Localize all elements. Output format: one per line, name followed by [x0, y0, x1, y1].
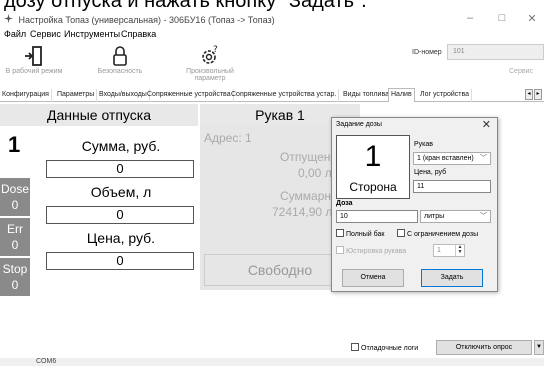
dose-badge: Dose 0 [0, 178, 30, 216]
window-title: Настройка Топаз (универсальная) - 306БУ1… [18, 15, 275, 25]
hose-setup-spinner[interactable]: 1 ▲ ▼ [433, 244, 465, 257]
tab-filling[interactable]: Налив [388, 88, 415, 102]
hose-total-value: 72414,90 л [272, 205, 333, 219]
stop-badge-value: 0 [11, 278, 19, 292]
checkbox-box [336, 229, 344, 237]
dialog-price-input[interactable]: 11 [413, 180, 491, 193]
gear-question-icon: ? [202, 45, 218, 64]
port-status: COM6 [36, 358, 57, 365]
price-value: 0 [46, 252, 194, 270]
tab-paired-devices-legacy[interactable]: Сопряженные устройства устар. [229, 89, 340, 102]
side-number: 1 [8, 132, 21, 157]
dialog-title: Задание дозы [336, 121, 382, 128]
err-badge-value: 0 [11, 238, 19, 252]
dispense-panel: Данные отпуска 1 Dose 0 Err 0 Stop 0 Сум… [0, 104, 198, 296]
lock-icon [113, 46, 127, 66]
chevron-down-icon: ﹀ [480, 213, 487, 220]
hose-setup-label: Юстировка рукава [346, 248, 407, 255]
full-tank-checkbox[interactable]: Полный бак [336, 229, 384, 238]
chevron-down-icon[interactable]: ▼ [534, 340, 544, 355]
err-badge: Err 0 [0, 218, 30, 256]
menu-help[interactable]: Справка [121, 29, 156, 39]
hose-dispensed-value: 0,00 л [298, 166, 332, 180]
tab-device-log[interactable]: Лог устройства [418, 89, 473, 102]
sum-label: Сумма, руб. [81, 138, 161, 154]
tab-fuel-types[interactable]: Виды топлива [341, 89, 392, 102]
stop-badge: Stop 0 [0, 258, 30, 296]
svg-text:?: ? [213, 45, 218, 55]
menu-file[interactable]: Файл [4, 29, 26, 39]
hose-setup-checkbox[interactable]: Юстировка рукава [336, 246, 406, 255]
tab-io[interactable]: Входы/выходы [97, 89, 150, 102]
menu-bar: Файл Сервис Инструменты Справка [0, 28, 544, 42]
dialog-unit-select[interactable]: литры ﹀ [420, 210, 491, 223]
tab-paired-devices[interactable]: Сопряженные устройства [145, 89, 234, 102]
dialog-hose-value: 1 (кран вставлен) [417, 155, 474, 162]
security-button[interactable]: Безопасность [90, 44, 150, 84]
tab-configuration[interactable]: Конфигурация [0, 89, 52, 102]
status-bar: COM6 [0, 358, 544, 366]
custom-param-button[interactable]: ? Произвольный параметр [170, 44, 250, 84]
cancel-button[interactable]: Отмена [342, 269, 404, 287]
security-label: Безопасность [97, 68, 143, 75]
tab-parameters[interactable]: Параметры [55, 89, 98, 102]
debug-logs-checkbox[interactable]: Отладочные логи [351, 343, 418, 352]
dialog-hose-select[interactable]: 1 (кран вставлен) ﹀ [413, 152, 491, 165]
custom-param-label: Произвольный параметр [186, 68, 234, 82]
bottom-bar: Отладочные логи Отключить опрос ▼ [0, 340, 544, 356]
tab-scroll-left-icon[interactable]: ◂ [525, 89, 533, 100]
hose-setup-value: 1 [437, 247, 441, 254]
chevron-down-icon: ﹀ [480, 155, 487, 162]
tab-strip: Конфигурация Параметры Входы/выходы Сопр… [0, 88, 544, 102]
dose-badge-value: 0 [11, 198, 19, 212]
menu-service[interactable]: Сервис [30, 29, 61, 39]
exit-door-icon [25, 46, 42, 66]
window-title-wrap: Настройка Топаз (универсальная) - 306БУ1… [4, 14, 275, 25]
work-mode-button[interactable]: В рабочий режим [4, 44, 64, 84]
volume-label: Объем, л [90, 184, 152, 200]
id-number-field[interactable]: 101 [447, 44, 544, 60]
checkbox-box [351, 343, 359, 351]
dispense-header: Данные отпуска [0, 104, 198, 126]
spinner-arrows-icon[interactable]: ▲ ▼ [455, 245, 464, 256]
disable-poll-button[interactable]: Отключить опрос [436, 340, 532, 355]
submit-dose-button[interactable]: Задать [421, 269, 483, 287]
work-mode-label: В рабочий режим [5, 68, 63, 75]
window-titlebar: Настройка Топаз (универсальная) - 306БУ1… [0, 12, 544, 28]
err-badge-label: Err [7, 222, 23, 236]
dose-limit-label: С ограничением дозы [407, 231, 479, 238]
toolbar: В рабочий режим Безопасность ? Произволь… [0, 44, 544, 86]
dialog-side-number: 1 [364, 140, 382, 173]
sum-value: 0 [46, 160, 194, 178]
dose-badge-label: Dose [0, 182, 29, 196]
dialog-dose-input[interactable]: 10 [336, 210, 418, 223]
instruction-caption: дозу отпуска и нажать кнопку "Задать". [4, 0, 367, 12]
menu-tools[interactable]: Инструменты [64, 29, 120, 39]
volume-value: 0 [46, 206, 194, 224]
app-icon [4, 14, 13, 23]
service-label: Сервис [509, 68, 533, 75]
stop-badge-label: Stop [2, 262, 28, 276]
minimize-button[interactable]: – [452, 12, 488, 24]
price-label: Цена, руб. [86, 230, 156, 246]
dose-dialog: Задание дозы ✕ 1 Сторона Рукав 1 (кран в… [331, 117, 498, 292]
hose-address: Адрес: 1 [204, 131, 252, 145]
dialog-price-label: Цена, руб [414, 169, 447, 176]
dose-limit-checkbox[interactable]: С ограничением дозы [397, 229, 478, 238]
tab-scroll-right-icon[interactable]: ▸ [534, 89, 542, 100]
debug-logs-label: Отладочные логи [361, 345, 419, 352]
checkbox-box [397, 229, 405, 237]
dialog-side-label: Сторона [349, 180, 397, 194]
dialog-hose-label: Рукав [414, 141, 433, 148]
full-tank-label: Полный бак [346, 231, 385, 238]
dialog-unit-value: литры [424, 213, 445, 220]
close-window-button[interactable]: ✕ [514, 12, 544, 25]
dialog-side-box: 1 Сторона [336, 135, 410, 199]
id-number-label: ID-номер [412, 49, 442, 56]
dialog-dose-label: Доза [336, 200, 353, 207]
checkbox-box [336, 246, 344, 254]
dialog-close-icon[interactable]: ✕ [482, 118, 491, 131]
